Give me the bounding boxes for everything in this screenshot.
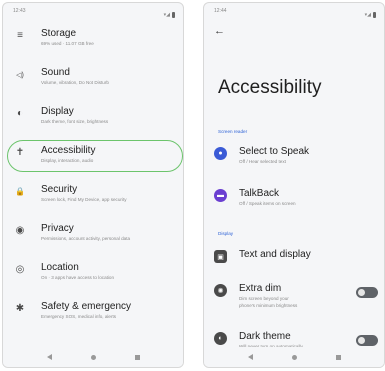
settings-item-subtitle: Volume, vibration, Do Not Disturb xyxy=(41,80,109,85)
settings-item-title: Sound xyxy=(41,67,70,78)
back-arrow-icon[interactable]: ← xyxy=(214,25,225,37)
settings-item-subtitle: Screen lock, Find My Device, app securit… xyxy=(41,197,127,202)
settings-item-subtitle: Dark theme, font size, brightness xyxy=(41,119,109,124)
text-and-display-item[interactable]: ▣ Text and display xyxy=(214,249,378,263)
status-time: 12:43 xyxy=(13,8,26,14)
section-label-display: Display xyxy=(218,231,234,236)
item-title: Text and display xyxy=(239,249,311,260)
back-nav-icon[interactable] xyxy=(46,354,52,360)
settings-item-subtitle: Permissions, account activity, personal … xyxy=(41,236,131,241)
settings-item-storage[interactable]: ≡ Storage 69% used · 11.07 GB free xyxy=(3,21,183,60)
recents-nav-icon[interactable] xyxy=(335,354,341,360)
signal-icon: ▾◢ xyxy=(163,11,170,18)
item-subtitle: Off / Hear selected text xyxy=(239,159,286,164)
dark-theme-icon: ◐ xyxy=(214,332,227,345)
settings-item-subtitle: Display, interaction, audio xyxy=(41,158,94,163)
settings-item-accessibility[interactable]: ✝ Accessibility Display, interaction, aud… xyxy=(3,138,183,177)
status-time: 12:44 xyxy=(214,8,227,14)
settings-item-title: Privacy xyxy=(41,223,74,234)
storage-icon: ≡ xyxy=(17,30,23,41)
settings-item-privacy[interactable]: ◉ Privacy Permissions, account activity, … xyxy=(3,216,183,255)
status-bar: 12:43 ▾◢ xyxy=(3,3,183,21)
item-title: TalkBack xyxy=(239,188,280,199)
extra-dim-toggle[interactable] xyxy=(356,287,378,298)
settings-item-title: Display xyxy=(41,106,74,117)
battery-icon xyxy=(172,11,175,18)
location-icon: ◎ xyxy=(15,264,25,275)
talkback-icon: ▬ xyxy=(214,189,227,202)
item-subtitle: phone's minimum brightness xyxy=(239,303,298,308)
dark-theme-toggle[interactable] xyxy=(356,335,378,346)
recents-nav-icon[interactable] xyxy=(134,354,140,360)
settings-item-title: Security xyxy=(41,184,78,195)
accessibility-screen: 12:44 ▾◢ ← Accessibility Screen reader ●… xyxy=(203,2,385,368)
navigation-bar xyxy=(3,347,183,367)
item-title: Dark theme xyxy=(239,331,291,342)
lock-icon: 🔒 xyxy=(15,187,25,196)
settings-item-display[interactable]: ◐ Display Dark theme, font size, brightne… xyxy=(3,99,183,138)
settings-item-security[interactable]: 🔒 Security Screen lock, Find My Device, a… xyxy=(3,177,183,216)
talkback-item[interactable]: ▬ TalkBack Off / Speak items on screen xyxy=(214,188,378,207)
settings-item-title: Safety & emergency xyxy=(41,301,132,312)
settings-item-subtitle: Emergency SOS, medical info, alerts xyxy=(41,314,117,319)
privacy-icon: ◉ xyxy=(15,225,25,236)
extra-dim-icon: ✺ xyxy=(214,284,227,297)
emergency-icon: ✱ xyxy=(15,303,25,314)
item-subtitle: Off / Speak items on screen xyxy=(239,201,296,206)
sound-icon: ◁) xyxy=(16,71,24,79)
home-nav-icon[interactable] xyxy=(291,354,297,360)
settings-item-title: Location xyxy=(41,262,79,273)
settings-item-safety[interactable]: ✱ Safety & emergency Emergency SOS, medic… xyxy=(3,294,183,333)
settings-item-sound[interactable]: ◁) Sound Volume, vibration, Do Not Distur… xyxy=(3,60,183,99)
select-to-speak-icon: ● xyxy=(214,147,227,160)
settings-item-subtitle: 69% used · 11.07 GB free xyxy=(41,41,94,46)
signal-icon: ▾◢ xyxy=(364,11,371,18)
accessibility-icon: ✝ xyxy=(15,147,25,158)
text-display-icon: ▣ xyxy=(214,250,227,263)
display-icon: ◐ xyxy=(16,108,24,119)
settings-list: ≡ Storage 69% used · 11.07 GB free ◁) Sou… xyxy=(3,21,183,333)
navigation-bar xyxy=(204,347,384,367)
settings-item-title: Accessibility xyxy=(41,145,96,156)
settings-screen: 12:43 ▾◢ ≡ Storage 69% used · 11.07 GB fr… xyxy=(2,2,184,368)
item-title: Select to Speak xyxy=(239,146,310,157)
battery-icon xyxy=(373,11,376,18)
extra-dim-item[interactable]: ✺ Extra dim Dim screen beyond your phone… xyxy=(214,283,378,309)
item-subtitle: Dim screen beyond your xyxy=(239,296,289,301)
select-to-speak-item[interactable]: ● Select to Speak Off / Hear selected tex… xyxy=(214,146,378,165)
settings-item-title: Storage xyxy=(41,28,77,39)
back-nav-icon[interactable] xyxy=(247,354,253,360)
status-bar: 12:44 ▾◢ xyxy=(204,3,384,21)
settings-item-subtitle: On · 3 apps have access to location xyxy=(41,275,115,280)
item-title: Extra dim xyxy=(239,283,282,294)
settings-item-location[interactable]: ◎ Location On · 3 apps have access to loc… xyxy=(3,255,183,294)
home-nav-icon[interactable] xyxy=(90,354,96,360)
page-title: Accessibility xyxy=(218,77,322,98)
section-label-screen-reader: Screen reader xyxy=(218,129,248,134)
